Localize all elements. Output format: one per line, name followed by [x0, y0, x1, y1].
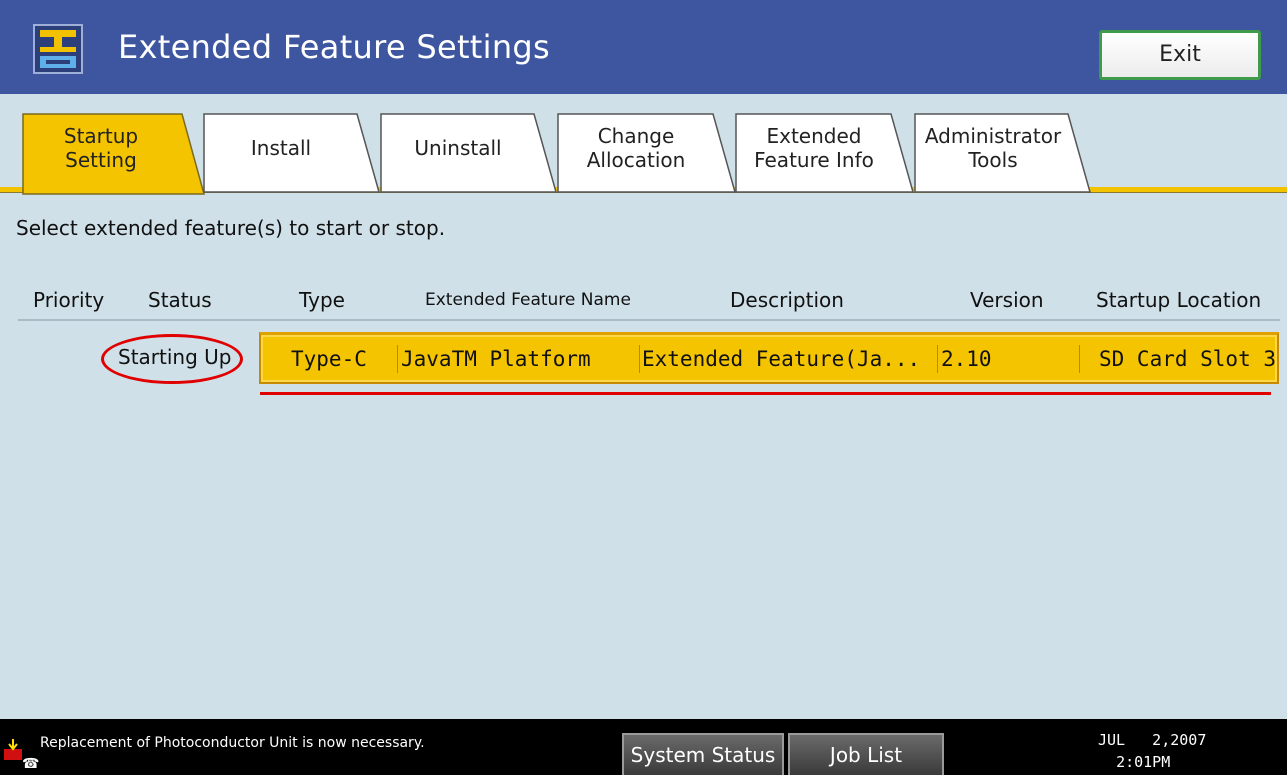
status-highlight-annotation — [101, 334, 243, 384]
instruction-text: Select extended feature(s) to start or s… — [16, 216, 446, 240]
column-separator — [1079, 345, 1080, 373]
tab-label: Uninstall — [414, 136, 502, 160]
cell-version: 2.10 — [941, 347, 992, 371]
cell-description: Extended Feature(Ja... — [642, 347, 921, 371]
header-divider — [18, 319, 1280, 321]
column-header-startup-location: Startup Location — [1096, 288, 1262, 312]
row-underline-annotation — [260, 392, 1271, 395]
warning-download-icon — [4, 739, 22, 760]
tab-label: Startup Setting — [63, 124, 139, 172]
footer-message: Replacement of Photoconductor Unit is no… — [40, 735, 425, 751]
cell-startup-location: SD Card Slot 3 — [1099, 347, 1277, 371]
tab-label: Change Allocation — [586, 124, 686, 172]
tab-administrator-tools[interactable]: Administrator Tools — [914, 108, 1094, 193]
page-title: Extended Feature Settings — [118, 28, 550, 66]
tab-install[interactable]: Install — [203, 108, 381, 193]
tab-label: Administrator Tools — [924, 124, 1062, 172]
status-bar: ☎ Replacement of Photoconductor Unit is … — [0, 719, 1287, 775]
column-header-description: Description — [730, 288, 844, 312]
cell-type: Type-C — [291, 347, 367, 371]
column-header-type: Type — [299, 288, 345, 312]
time: 2:01PM — [1116, 753, 1171, 771]
date: JUL 2,2007 — [1098, 731, 1207, 749]
tab-label: Extended Feature Info — [754, 124, 874, 172]
tab-startup-setting[interactable]: Startup Setting — [22, 108, 206, 195]
column-header-priority: Priority — [33, 288, 105, 312]
job-list-button[interactable]: Job List — [788, 733, 944, 775]
tab-label: Install — [250, 136, 312, 160]
column-separator — [639, 345, 640, 373]
extended-feature-settings-icon — [33, 24, 83, 74]
table-row[interactable]: Type-C JavaTM Platform Extended Feature(… — [259, 332, 1279, 384]
exit-button[interactable]: Exit — [1099, 30, 1261, 80]
cell-feature-name: JavaTM Platform — [401, 347, 591, 371]
system-status-button[interactable]: System Status — [622, 733, 784, 775]
date-time: JUL 2,2007 2:01PM — [1098, 729, 1206, 773]
column-separator — [397, 345, 398, 373]
telephone-icon: ☎ — [22, 756, 40, 772]
tab-bar: Startup Setting Install Uninstall Change… — [0, 100, 1287, 200]
title-bar: Extended Feature Settings Exit — [0, 0, 1287, 94]
column-header-status: Status — [148, 288, 212, 312]
column-separator — [937, 345, 938, 373]
tab-change-allocation[interactable]: Change Allocation — [557, 108, 737, 193]
tab-extended-feature-info[interactable]: Extended Feature Info — [735, 108, 915, 193]
column-header-version: Version — [970, 288, 1044, 312]
column-header-feature-name: Extended Feature Name — [425, 290, 631, 310]
tab-uninstall[interactable]: Uninstall — [380, 108, 558, 193]
